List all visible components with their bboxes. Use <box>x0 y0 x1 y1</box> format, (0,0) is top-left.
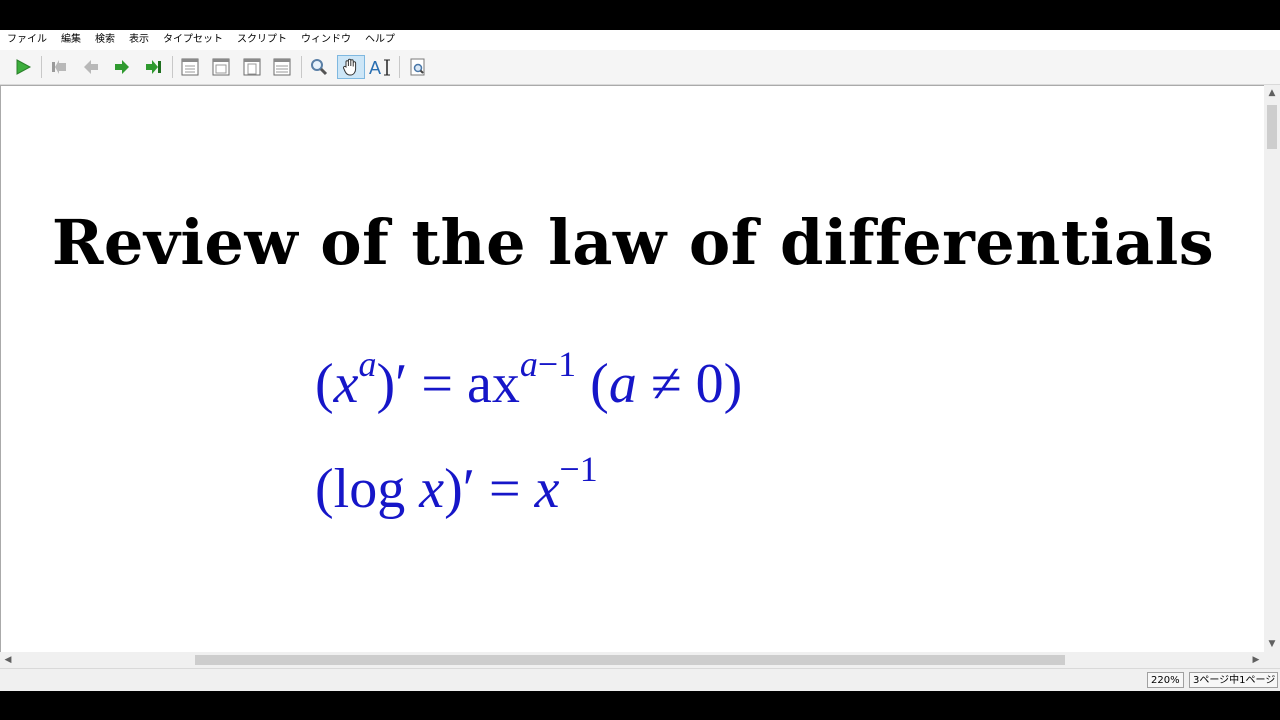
menu-typeset[interactable]: タイプセット <box>156 30 230 50</box>
prev-page-button[interactable] <box>79 55 103 79</box>
menu-help[interactable]: ヘルプ <box>358 30 402 50</box>
scroll-up-icon[interactable]: ▲ <box>1264 85 1280 101</box>
eq2-exponent: −1 <box>559 449 598 489</box>
vertical-scroll-thumb[interactable] <box>1267 105 1277 149</box>
horizontal-scroll-thumb[interactable] <box>195 655 1065 665</box>
hand-tool-icon <box>343 58 357 76</box>
menu-window[interactable]: ウィンドウ <box>294 30 358 50</box>
text-select-button[interactable]: A <box>368 55 392 79</box>
equation-power-rule: (xa)′ = axa−1 (a ≠ 0) <box>315 346 743 415</box>
menu-view[interactable]: 表示 <box>122 30 156 50</box>
last-page-button[interactable] <box>142 55 166 79</box>
find-icon <box>410 58 425 76</box>
continuous-button[interactable] <box>240 55 264 79</box>
menu-file[interactable]: ファイル <box>0 30 54 50</box>
eq1-base: (x <box>315 353 359 415</box>
scroll-right-icon[interactable]: ▶ <box>1248 652 1264 668</box>
vertical-scrollbar[interactable]: ▲ ▼ <box>1264 85 1280 652</box>
eq1-middle: )′ = ax <box>376 353 520 415</box>
eq2-text: (log x)′ = x <box>315 458 560 520</box>
single-page-button[interactable] <box>178 55 202 79</box>
eq1-result-exponent: a−1 <box>519 344 577 384</box>
layout-continuous-icon <box>243 58 261 76</box>
svg-text:A: A <box>369 58 381 77</box>
menu-bar: ファイル 編集 検索 表示 タイプセット スクリプト ウィンドウ ヘルプ <box>0 30 1280 50</box>
fit-width-button[interactable] <box>270 55 294 79</box>
magnify-icon <box>311 59 328 76</box>
toolbar: A <box>0 50 1280 85</box>
page-indicator[interactable]: 3ページ中1ページ <box>1189 672 1278 688</box>
fit-width-icon <box>273 58 291 76</box>
hand-tool-button[interactable] <box>337 55 365 79</box>
typeset-button[interactable] <box>11 55 35 79</box>
zoom-level[interactable]: 220% <box>1147 672 1184 688</box>
first-page-icon <box>52 60 66 74</box>
horizontal-scrollbar[interactable]: ◀ ▶ <box>0 652 1264 668</box>
layout-double-icon <box>212 58 230 76</box>
next-page-icon <box>115 60 129 74</box>
document-title: Review of the law of differentials <box>51 206 1215 279</box>
equation-log-rule: (log x)′ = x−1 <box>315 451 598 520</box>
scroll-down-icon[interactable]: ▼ <box>1264 636 1280 652</box>
layout-single-icon <box>181 58 199 76</box>
scrollbar-corner <box>1264 652 1280 668</box>
next-page-button[interactable] <box>110 55 134 79</box>
status-bar: 220% 3ページ中1ページ <box>0 668 1280 691</box>
typeset-icon <box>16 59 32 75</box>
prev-page-icon <box>84 60 98 74</box>
menu-edit[interactable]: 編集 <box>54 30 88 50</box>
eq1-condition: (a ≠ 0) <box>576 353 743 415</box>
last-page-icon <box>146 60 161 74</box>
text-select-icon: A <box>369 58 390 77</box>
scroll-left-icon[interactable]: ◀ <box>0 652 16 668</box>
first-page-button[interactable] <box>47 55 71 79</box>
menu-script[interactable]: スクリプト <box>230 30 294 50</box>
eq1-exponent: a <box>358 344 377 384</box>
pdf-viewer-page[interactable]: Review of the law of differentials (xa)′… <box>0 85 1264 652</box>
find-button[interactable] <box>406 55 430 79</box>
menu-search[interactable]: 検索 <box>88 30 122 50</box>
texworks-viewer-window: ファイル 編集 検索 表示 タイプセット スクリプト ウィンドウ ヘルプ A R… <box>0 30 1280 691</box>
magnify-button[interactable] <box>307 55 331 79</box>
double-page-button[interactable] <box>209 55 233 79</box>
